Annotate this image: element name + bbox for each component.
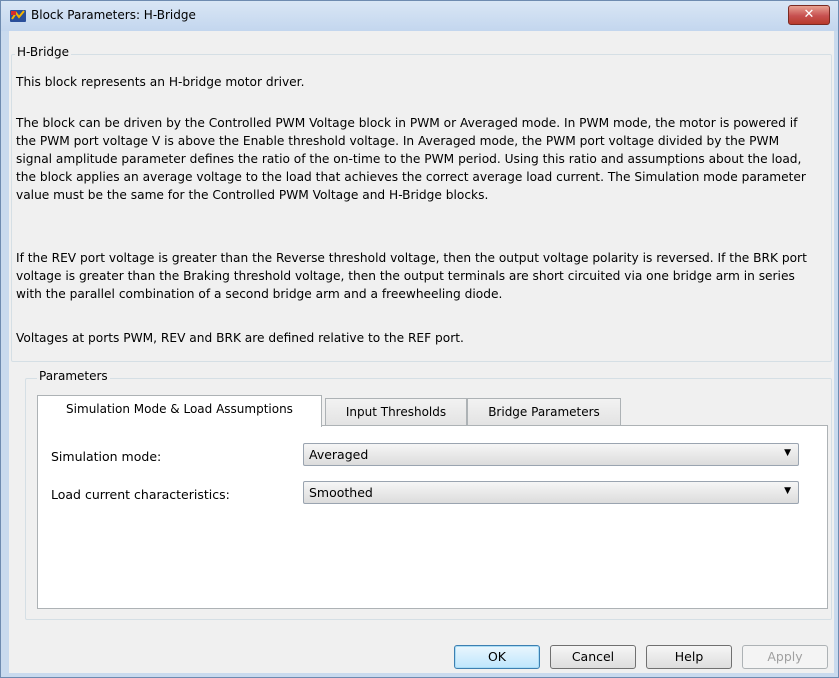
description-paragraph: If the REV port voltage is greater than … — [16, 251, 807, 301]
dialog-window: Block Parameters: H-Bridge ✕ H-Bridge Th… — [0, 0, 839, 678]
description-paragraph: Voltages at ports PWM, REV and BRK are d… — [16, 331, 464, 345]
tab-label: Simulation Mode & Load Assumptions — [66, 402, 293, 416]
dialog-body: H-Bridge This block represents an H-brid… — [9, 31, 834, 673]
window-title: Block Parameters: H-Bridge — [31, 8, 196, 22]
title-bar[interactable]: Block Parameters: H-Bridge ✕ — [1, 1, 838, 31]
tab-label: Input Thresholds — [345, 405, 447, 419]
load-current-label: Load current characteristics: — [51, 487, 230, 502]
chevron-down-icon: ▼ — [784, 486, 791, 496]
close-icon: ✕ — [803, 7, 815, 22]
tab-bridge-parameters[interactable]: Bridge Parameters — [467, 398, 621, 425]
description-paragraph: The block can be driven by the Controlle… — [16, 116, 806, 202]
parameters-group-legend: Parameters — [37, 369, 110, 383]
description-paragraph: This block represents an H-bridge motor … — [16, 75, 305, 89]
cancel-button[interactable]: Cancel — [550, 645, 636, 669]
description-group-legend: H-Bridge — [15, 45, 72, 59]
tab-input-thresholds[interactable]: Input Thresholds — [325, 398, 467, 425]
close-button[interactable]: ✕ — [788, 5, 830, 25]
load-current-value: Smoothed — [309, 485, 373, 500]
simulation-mode-value: Averaged — [309, 447, 369, 462]
tab-simulation-mode[interactable]: Simulation Mode & Load Assumptions — [37, 395, 322, 427]
help-button[interactable]: Help — [646, 645, 732, 669]
simulation-mode-label: Simulation mode: — [51, 449, 162, 464]
simulink-block-icon — [10, 10, 26, 22]
tab-label: Bridge Parameters — [488, 405, 600, 419]
ok-button[interactable]: OK — [454, 645, 540, 669]
description-group-box — [11, 54, 832, 362]
chevron-down-icon: ▼ — [784, 448, 791, 458]
simulation-mode-dropdown[interactable]: Averaged ▼ — [303, 443, 799, 466]
apply-button[interactable]: Apply — [742, 645, 828, 669]
load-current-dropdown[interactable]: Smoothed ▼ — [303, 481, 799, 504]
